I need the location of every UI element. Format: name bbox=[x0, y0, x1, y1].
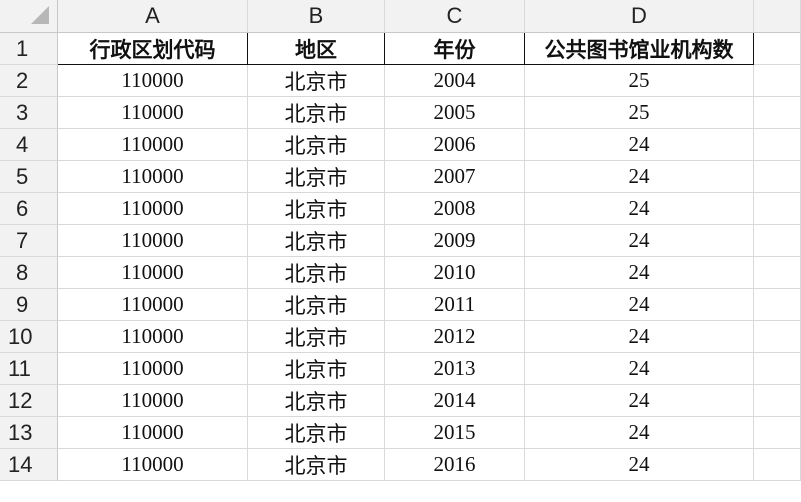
empty-cell[interactable] bbox=[754, 161, 801, 193]
table-cell[interactable]: 24 bbox=[525, 193, 754, 225]
row-header[interactable]: 14 bbox=[0, 449, 58, 481]
row-header[interactable]: 7 bbox=[0, 225, 58, 257]
table-cell[interactable]: 110000 bbox=[58, 385, 248, 417]
table-cell[interactable]: 2012 bbox=[385, 321, 525, 353]
column-header-b[interactable]: B bbox=[248, 0, 385, 33]
row-header[interactable]: 6 bbox=[0, 193, 58, 225]
table-cell[interactable]: 110000 bbox=[58, 417, 248, 449]
table-cell[interactable]: 24 bbox=[525, 385, 754, 417]
table-cell[interactable]: 北京市 bbox=[248, 129, 385, 161]
table-cell[interactable]: 2011 bbox=[385, 289, 525, 321]
header-cell-region-code[interactable]: 行政区划代码 bbox=[58, 33, 248, 65]
row-header[interactable]: 11 bbox=[0, 353, 58, 385]
table-cell[interactable]: 北京市 bbox=[248, 65, 385, 97]
table-cell[interactable]: 北京市 bbox=[248, 289, 385, 321]
table-cell[interactable]: 2010 bbox=[385, 257, 525, 289]
table-cell[interactable]: 2014 bbox=[385, 385, 525, 417]
column-header-next[interactable] bbox=[754, 0, 801, 33]
table-cell[interactable]: 北京市 bbox=[248, 449, 385, 481]
table-cell[interactable]: 北京市 bbox=[248, 225, 385, 257]
table-cell[interactable]: 110000 bbox=[58, 129, 248, 161]
table-cell[interactable]: 110000 bbox=[58, 97, 248, 129]
table-cell[interactable]: 110000 bbox=[58, 161, 248, 193]
table-cell[interactable]: 24 bbox=[525, 129, 754, 161]
table-cell[interactable]: 北京市 bbox=[248, 257, 385, 289]
table-cell[interactable]: 24 bbox=[525, 321, 754, 353]
row-header[interactable]: 4 bbox=[0, 129, 58, 161]
row-header[interactable]: 10 bbox=[0, 321, 58, 353]
table-cell[interactable]: 24 bbox=[525, 161, 754, 193]
table-cell[interactable]: 2005 bbox=[385, 97, 525, 129]
table-cell[interactable]: 110000 bbox=[58, 449, 248, 481]
table-cell[interactable]: 24 bbox=[525, 417, 754, 449]
table-cell[interactable]: 110000 bbox=[58, 65, 248, 97]
empty-cell[interactable] bbox=[754, 129, 801, 161]
table-cell[interactable]: 110000 bbox=[58, 257, 248, 289]
header-cell-year[interactable]: 年份 bbox=[385, 33, 525, 65]
table-cell[interactable]: 北京市 bbox=[248, 353, 385, 385]
empty-cell[interactable] bbox=[754, 225, 801, 257]
empty-cell[interactable] bbox=[754, 97, 801, 129]
table-cell[interactable]: 110000 bbox=[58, 193, 248, 225]
column-header-c[interactable]: C bbox=[385, 0, 525, 33]
empty-cell[interactable] bbox=[754, 33, 801, 65]
select-all-triangle-icon[interactable] bbox=[31, 6, 49, 24]
row-header[interactable]: 13 bbox=[0, 417, 58, 449]
table-cell[interactable]: 2015 bbox=[385, 417, 525, 449]
table-cell[interactable]: 2009 bbox=[385, 225, 525, 257]
table-cell[interactable]: 110000 bbox=[58, 321, 248, 353]
empty-cell[interactable] bbox=[754, 321, 801, 353]
row-header[interactable]: 9 bbox=[0, 289, 58, 321]
table-cell[interactable]: 2008 bbox=[385, 193, 525, 225]
row-header[interactable]: 3 bbox=[0, 97, 58, 129]
table-cell[interactable]: 24 bbox=[525, 353, 754, 385]
table-cell[interactable]: 110000 bbox=[58, 289, 248, 321]
table-cell[interactable]: 2016 bbox=[385, 449, 525, 481]
empty-cell[interactable] bbox=[754, 65, 801, 97]
empty-cell[interactable] bbox=[754, 257, 801, 289]
header-cell-library-count[interactable]: 公共图书馆业机构数 bbox=[525, 33, 754, 65]
column-header-a[interactable]: A bbox=[58, 0, 248, 33]
table-cell[interactable]: 北京市 bbox=[248, 97, 385, 129]
table-cell[interactable]: 2004 bbox=[385, 65, 525, 97]
table-cell[interactable]: 24 bbox=[525, 225, 754, 257]
table-cell[interactable]: 24 bbox=[525, 449, 754, 481]
empty-cell[interactable] bbox=[754, 353, 801, 385]
table-cell[interactable]: 北京市 bbox=[248, 321, 385, 353]
table-cell[interactable]: 110000 bbox=[58, 353, 248, 385]
column-header-d[interactable]: D bbox=[525, 0, 754, 33]
row-header[interactable]: 2 bbox=[0, 65, 58, 97]
row-header[interactable]: 12 bbox=[0, 385, 58, 417]
table-cell[interactable]: 北京市 bbox=[248, 161, 385, 193]
select-all-corner[interactable] bbox=[0, 0, 58, 33]
table-cell[interactable]: 2006 bbox=[385, 129, 525, 161]
row-header[interactable]: 5 bbox=[0, 161, 58, 193]
empty-cell[interactable] bbox=[754, 449, 801, 481]
table-cell[interactable]: 2013 bbox=[385, 353, 525, 385]
table-cell[interactable]: 北京市 bbox=[248, 193, 385, 225]
empty-cell[interactable] bbox=[754, 289, 801, 321]
table-cell[interactable]: 北京市 bbox=[248, 417, 385, 449]
row-header[interactable]: 8 bbox=[0, 257, 58, 289]
table-cell[interactable]: 24 bbox=[525, 257, 754, 289]
header-cell-region[interactable]: 地区 bbox=[248, 33, 385, 65]
table-cell[interactable]: 110000 bbox=[58, 225, 248, 257]
empty-cell[interactable] bbox=[754, 193, 801, 225]
table-cell[interactable]: 北京市 bbox=[248, 385, 385, 417]
table-cell[interactable]: 25 bbox=[525, 65, 754, 97]
table-cell[interactable]: 25 bbox=[525, 97, 754, 129]
empty-cell[interactable] bbox=[754, 417, 801, 449]
spreadsheet-grid: A B C D 1 行政区划代码 地区 年份 公共图书馆业机构数 2 11000… bbox=[0, 0, 801, 502]
table-cell[interactable]: 2007 bbox=[385, 161, 525, 193]
empty-cell[interactable] bbox=[754, 385, 801, 417]
row-header[interactable]: 1 bbox=[0, 33, 58, 65]
table-cell[interactable]: 24 bbox=[525, 289, 754, 321]
